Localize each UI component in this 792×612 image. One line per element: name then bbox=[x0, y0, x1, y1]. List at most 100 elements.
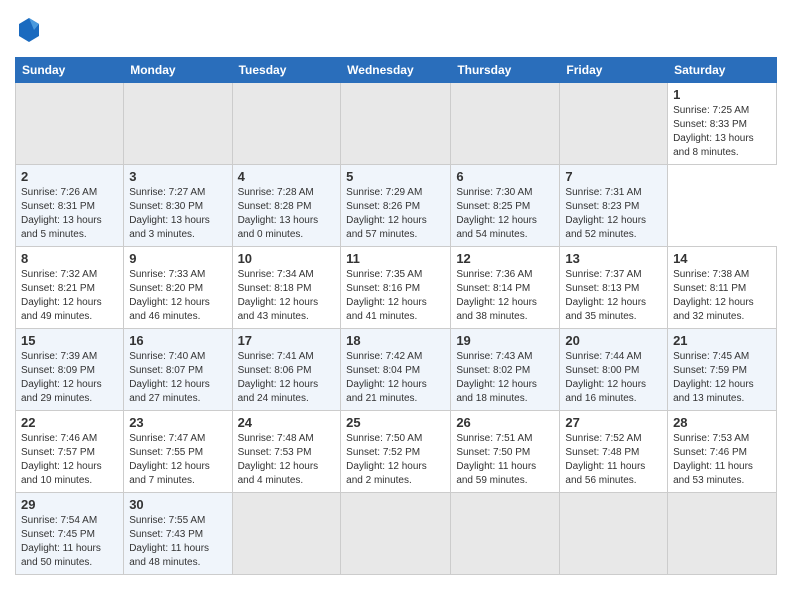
calendar-week-row: 2 Sunrise: 7:26 AMSunset: 8:31 PMDaylight… bbox=[16, 164, 777, 246]
calendar-cell bbox=[16, 82, 124, 164]
day-info: Sunrise: 7:41 AMSunset: 8:06 PMDaylight:… bbox=[238, 350, 336, 406]
calendar-cell: 30 Sunrise: 7:55 AMSunset: 7:43 PMDayligh… bbox=[124, 492, 232, 574]
day-number: 23 bbox=[129, 415, 226, 430]
calendar-cell bbox=[341, 492, 451, 574]
calendar-cell bbox=[232, 492, 341, 574]
day-info: Sunrise: 7:43 AMSunset: 8:02 PMDaylight:… bbox=[456, 350, 554, 406]
calendar-week-row: 8Sunrise: 7:32 AMSunset: 8:21 PMDaylight… bbox=[16, 246, 777, 328]
calendar-cell: 6 Sunrise: 7:30 AMSunset: 8:25 PMDaylight… bbox=[451, 164, 560, 246]
day-number: 11 bbox=[346, 251, 445, 266]
calendar-cell: 8Sunrise: 7:32 AMSunset: 8:21 PMDaylight… bbox=[16, 246, 124, 328]
calendar-week-row: 15 Sunrise: 7:39 AMSunset: 8:09 PMDayligh… bbox=[16, 328, 777, 410]
day-info: Sunrise: 7:36 AMSunset: 8:14 PMDaylight:… bbox=[456, 268, 554, 324]
day-number: 7 bbox=[565, 169, 662, 184]
day-number: 24 bbox=[238, 415, 336, 430]
day-number: 13 bbox=[565, 251, 662, 266]
calendar-week-row: 29 Sunrise: 7:54 AMSunset: 7:45 PMDayligh… bbox=[16, 492, 777, 574]
day-number: 2 bbox=[21, 169, 118, 184]
logo-icon bbox=[17, 16, 41, 44]
calendar-cell: 12 Sunrise: 7:36 AMSunset: 8:14 PMDayligh… bbox=[451, 246, 560, 328]
calendar-header-row: SundayMondayTuesdayWednesdayThursdayFrid… bbox=[16, 57, 777, 82]
calendar-cell: 9Sunrise: 7:33 AMSunset: 8:20 PMDaylight… bbox=[124, 246, 232, 328]
day-number: 14 bbox=[673, 251, 771, 266]
day-number: 10 bbox=[238, 251, 336, 266]
calendar-cell: 26 Sunrise: 7:51 AMSunset: 7:50 PMDayligh… bbox=[451, 410, 560, 492]
calendar-cell: 21Sunrise: 7:45 AMSunset: 7:59 PMDayligh… bbox=[668, 328, 777, 410]
day-number: 22 bbox=[21, 415, 118, 430]
calendar-cell: 28Sunrise: 7:53 AMSunset: 7:46 PMDayligh… bbox=[668, 410, 777, 492]
calendar-cell: 24Sunrise: 7:48 AMSunset: 7:53 PMDayligh… bbox=[232, 410, 341, 492]
day-info: Sunrise: 7:55 AMSunset: 7:43 PMDaylight:… bbox=[129, 514, 226, 570]
calendar-cell: 10 Sunrise: 7:34 AMSunset: 8:18 PMDayligh… bbox=[232, 246, 341, 328]
calendar-cell bbox=[451, 82, 560, 164]
day-info: Sunrise: 7:54 AMSunset: 7:45 PMDaylight:… bbox=[21, 514, 118, 570]
day-number: 18 bbox=[346, 333, 445, 348]
day-number: 15 bbox=[21, 333, 118, 348]
day-number: 29 bbox=[21, 497, 118, 512]
calendar-cell bbox=[451, 492, 560, 574]
calendar-cell bbox=[124, 82, 232, 164]
calendar-week-row: 22 Sunrise: 7:46 AMSunset: 7:57 PMDayligh… bbox=[16, 410, 777, 492]
day-number: 4 bbox=[238, 169, 336, 184]
calendar-day-header: Sunday bbox=[16, 57, 124, 82]
calendar-cell: 4Sunrise: 7:28 AMSunset: 8:28 PMDaylight… bbox=[232, 164, 341, 246]
calendar-cell bbox=[668, 492, 777, 574]
day-info: Sunrise: 7:40 AMSunset: 8:07 PMDaylight:… bbox=[129, 350, 226, 406]
day-info: Sunrise: 7:38 AMSunset: 8:11 PMDaylight:… bbox=[673, 268, 771, 324]
calendar-week-row: 1Sunrise: 7:25 AMSunset: 8:33 PMDaylight… bbox=[16, 82, 777, 164]
day-info: Sunrise: 7:27 AMSunset: 8:30 PMDaylight:… bbox=[129, 186, 226, 242]
calendar-cell: 13Sunrise: 7:37 AMSunset: 8:13 PMDayligh… bbox=[560, 246, 668, 328]
calendar-cell: 20 Sunrise: 7:44 AMSunset: 8:00 PMDayligh… bbox=[560, 328, 668, 410]
calendar-cell bbox=[560, 492, 668, 574]
day-info: Sunrise: 7:52 AMSunset: 7:48 PMDaylight:… bbox=[565, 432, 662, 488]
calendar-cell: 27 Sunrise: 7:52 AMSunset: 7:48 PMDayligh… bbox=[560, 410, 668, 492]
day-number: 20 bbox=[565, 333, 662, 348]
calendar-day-header: Friday bbox=[560, 57, 668, 82]
day-info: Sunrise: 7:45 AMSunset: 7:59 PMDaylight:… bbox=[673, 350, 771, 406]
calendar-day-header: Wednesday bbox=[341, 57, 451, 82]
day-number: 12 bbox=[456, 251, 554, 266]
day-info: Sunrise: 7:33 AMSunset: 8:20 PMDaylight:… bbox=[129, 268, 226, 324]
day-info: Sunrise: 7:34 AMSunset: 8:18 PMDaylight:… bbox=[238, 268, 336, 324]
calendar-cell: 7 Sunrise: 7:31 AMSunset: 8:23 PMDaylight… bbox=[560, 164, 668, 246]
day-number: 3 bbox=[129, 169, 226, 184]
day-info: Sunrise: 7:39 AMSunset: 8:09 PMDaylight:… bbox=[21, 350, 118, 406]
calendar-cell: 22 Sunrise: 7:46 AMSunset: 7:57 PMDayligh… bbox=[16, 410, 124, 492]
day-info: Sunrise: 7:31 AMSunset: 8:23 PMDaylight:… bbox=[565, 186, 662, 242]
day-number: 26 bbox=[456, 415, 554, 430]
calendar-cell: 2 Sunrise: 7:26 AMSunset: 8:31 PMDaylight… bbox=[16, 164, 124, 246]
day-number: 30 bbox=[129, 497, 226, 512]
calendar-body: 1Sunrise: 7:25 AMSunset: 8:33 PMDaylight… bbox=[16, 82, 777, 574]
calendar-cell: 18 Sunrise: 7:42 AMSunset: 8:04 PMDayligh… bbox=[341, 328, 451, 410]
calendar-cell: 17 Sunrise: 7:41 AMSunset: 8:06 PMDayligh… bbox=[232, 328, 341, 410]
calendar-cell: 5Sunrise: 7:29 AMSunset: 8:26 PMDaylight… bbox=[341, 164, 451, 246]
day-info: Sunrise: 7:25 AMSunset: 8:33 PMDaylight:… bbox=[673, 104, 771, 160]
calendar-day-header: Monday bbox=[124, 57, 232, 82]
logo bbox=[15, 16, 41, 49]
day-info: Sunrise: 7:51 AMSunset: 7:50 PMDaylight:… bbox=[456, 432, 554, 488]
day-info: Sunrise: 7:50 AMSunset: 7:52 PMDaylight:… bbox=[346, 432, 445, 488]
calendar-cell bbox=[232, 82, 341, 164]
day-info: Sunrise: 7:53 AMSunset: 7:46 PMDaylight:… bbox=[673, 432, 771, 488]
calendar-day-header: Saturday bbox=[668, 57, 777, 82]
calendar-table: SundayMondayTuesdayWednesdayThursdayFrid… bbox=[15, 57, 777, 575]
day-info: Sunrise: 7:44 AMSunset: 8:00 PMDaylight:… bbox=[565, 350, 662, 406]
day-info: Sunrise: 7:30 AMSunset: 8:25 PMDaylight:… bbox=[456, 186, 554, 242]
calendar-cell: 25Sunrise: 7:50 AMSunset: 7:52 PMDayligh… bbox=[341, 410, 451, 492]
day-info: Sunrise: 7:46 AMSunset: 7:57 PMDaylight:… bbox=[21, 432, 118, 488]
day-number: 5 bbox=[346, 169, 445, 184]
day-info: Sunrise: 7:32 AMSunset: 8:21 PMDaylight:… bbox=[21, 268, 118, 324]
day-info: Sunrise: 7:35 AMSunset: 8:16 PMDaylight:… bbox=[346, 268, 445, 324]
day-number: 27 bbox=[565, 415, 662, 430]
calendar-cell: 15 Sunrise: 7:39 AMSunset: 8:09 PMDayligh… bbox=[16, 328, 124, 410]
day-number: 17 bbox=[238, 333, 336, 348]
day-info: Sunrise: 7:26 AMSunset: 8:31 PMDaylight:… bbox=[21, 186, 118, 242]
day-info: Sunrise: 7:47 AMSunset: 7:55 PMDaylight:… bbox=[129, 432, 226, 488]
calendar-cell: 1Sunrise: 7:25 AMSunset: 8:33 PMDaylight… bbox=[668, 82, 777, 164]
day-number: 19 bbox=[456, 333, 554, 348]
calendar-cell bbox=[560, 82, 668, 164]
day-info: Sunrise: 7:42 AMSunset: 8:04 PMDaylight:… bbox=[346, 350, 445, 406]
day-number: 6 bbox=[456, 169, 554, 184]
header bbox=[15, 10, 777, 49]
calendar-cell: 11 Sunrise: 7:35 AMSunset: 8:16 PMDayligh… bbox=[341, 246, 451, 328]
